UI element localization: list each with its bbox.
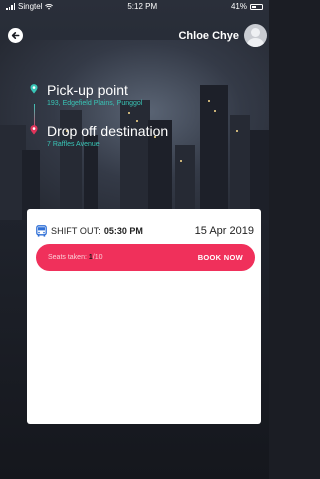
status-bar: Singtel 5:12 PM 41% xyxy=(0,0,269,13)
route-summary: Pick-up point 193, Edgefield Plains, Pun… xyxy=(27,82,257,150)
battery-icon xyxy=(250,3,263,10)
arrow-left-icon xyxy=(11,31,20,40)
shift-date: 15 Apr 2019 xyxy=(194,225,254,237)
shift-row: SHIFT OUT: 05:30 PM 15 Apr 2019 xyxy=(36,225,254,237)
seats-label: Seats taken: xyxy=(48,254,87,261)
wifi-icon xyxy=(45,3,54,10)
header: Chloe Chye xyxy=(0,21,269,51)
dropoff-address: 7 Raffles Avenue xyxy=(47,141,100,148)
shift-time: 05:30 PM xyxy=(103,226,143,236)
signal-icon xyxy=(6,3,15,10)
back-button[interactable] xyxy=(8,28,23,43)
seats-total: /10 xyxy=(92,254,103,261)
user-name: Chloe Chye xyxy=(178,30,239,42)
seats-info: Seats taken: 1/10 xyxy=(48,254,103,261)
bus-icon xyxy=(36,225,47,237)
app-screen: Singtel 5:12 PM 41% Chloe Chye Pick-up p… xyxy=(0,0,269,479)
pickup-address: 193, Edgefield Plains, Punggol xyxy=(47,100,143,107)
pickup-title: Pick-up point xyxy=(47,82,128,98)
user-avatar-icon[interactable] xyxy=(244,24,267,47)
battery-percent: 41% xyxy=(230,2,247,11)
pickup-pin-icon xyxy=(30,84,38,94)
book-now-button[interactable]: BOOK NOW xyxy=(198,253,243,262)
carrier-label: Singtel xyxy=(18,2,43,11)
dropoff-stop: Drop off destination 7 Raffles Avenue xyxy=(27,123,257,150)
booking-bar: Seats taken: 1/10 BOOK NOW xyxy=(36,244,255,271)
clock: 5:12 PM xyxy=(127,2,158,11)
pickup-stop: Pick-up point 193, Edgefield Plains, Pun… xyxy=(27,82,257,109)
shift-label: SHIFT OUT: xyxy=(51,226,101,236)
shift-card: SHIFT OUT: 05:30 PM 15 Apr 2019 Seats ta… xyxy=(27,209,261,424)
dropoff-pin-icon xyxy=(30,125,38,135)
dropoff-title: Drop off destination xyxy=(47,123,169,139)
